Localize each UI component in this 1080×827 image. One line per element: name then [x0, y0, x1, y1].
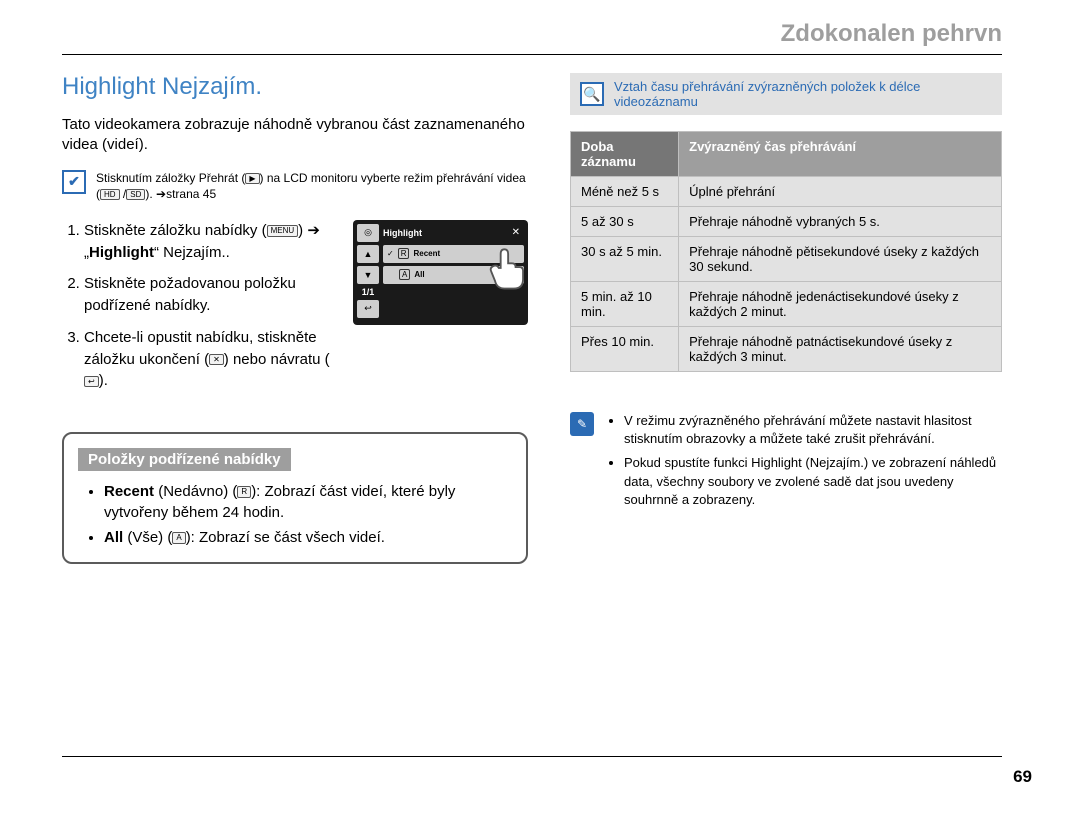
th-duration: Doba záznamu [571, 132, 679, 177]
lcd-close-icon: ✕ [508, 227, 524, 238]
th-playtime: Zvýrazněný čas přehrávání [679, 132, 1002, 177]
play-icon: ▶ [245, 173, 259, 185]
lcd-loupe-icon: ◎ [357, 224, 379, 242]
note-block: ✎ V režimu zvýrazněného přehrávání můžet… [570, 412, 1002, 515]
lcd-title: Highlight [383, 228, 422, 238]
note-icon: ✎ [570, 412, 594, 436]
submenu-item-recent: Recent (Nedávno) (R): Zobrazí část videí… [104, 481, 512, 523]
note-item: Pokud spustíte funkci Highlight (Nejzají… [624, 454, 1002, 509]
lcd-down-icon: ▼ [357, 266, 379, 284]
close-icon: ✕ [209, 354, 224, 366]
page-header: Zdokonalen pehrvn [62, 20, 1002, 55]
lcd-return-icon: ↩ [357, 300, 379, 318]
table-row: Přes 10 min.Přehraje náhodně patnáctisek… [571, 327, 1002, 372]
note-item: V režimu zvýrazněného přehrávání můžete … [624, 412, 1002, 448]
footer-rule [62, 756, 1002, 757]
intro-text: Tato videokamera zobrazuje náhodně vybra… [62, 115, 528, 156]
submenu-item-all: All (Vše) (A): Zobrazí se část všech vid… [104, 527, 512, 548]
relation-text: Vztah času přehrávání zvýrazněných polož… [614, 79, 992, 109]
table-row: 5 až 30 sPřehraje náhodně vybraných 5 s. [571, 207, 1002, 237]
lcd-screenshot: ◎ Highlight ✕ ▲ ✓ R Recent [353, 220, 528, 325]
magnifier-icon: 🔍 [580, 82, 604, 106]
table-row: Méně než 5 sÚplné přehrání [571, 177, 1002, 207]
all-badge-icon: A [172, 532, 185, 544]
section-title: Highlight Nejzajím. [62, 73, 528, 101]
steps-list: Stiskněte záložku nabídky (MENU) ➔ „High… [62, 220, 339, 402]
step-1: Stiskněte záložku nabídky (MENU) ➔ „High… [84, 220, 339, 264]
play-mode-note: Stisknutím záložky Přehrát (▶) na LCD mo… [96, 170, 528, 202]
step-3: Chcete-li opustit nabídku, stiskněte zál… [84, 327, 339, 392]
return-icon: ↩ [84, 376, 99, 388]
menu-icon: MENU [267, 225, 299, 237]
table-row: 30 s až 5 min.Přehraje náhodně pětisekun… [571, 237, 1002, 282]
lcd-page-indicator: 1/1 [357, 287, 379, 297]
submenu-box-title: Položky podřízené nabídky [78, 448, 291, 471]
page-number: 69 [1013, 767, 1032, 787]
relation-bar: 🔍 Vztah času přehrávání zvýrazněných pol… [570, 73, 1002, 115]
sd-icon: SD [126, 189, 145, 201]
check-icon: ✔ [62, 170, 86, 194]
step-2: Stiskněte požadovanou položku podřízené … [84, 273, 339, 317]
touch-hand-icon [482, 240, 538, 296]
recent-badge-icon: R [237, 486, 251, 498]
highlight-table: Doba záznamu Zvýrazněný čas přehrávání M… [570, 131, 1002, 372]
hd-icon: HD [100, 189, 120, 201]
submenu-box: Položky podřízené nabídky Recent (Nedávn… [62, 432, 528, 564]
table-row: 5 min. až 10 min.Přehraje náhodně jedená… [571, 282, 1002, 327]
lcd-up-icon: ▲ [357, 245, 379, 263]
